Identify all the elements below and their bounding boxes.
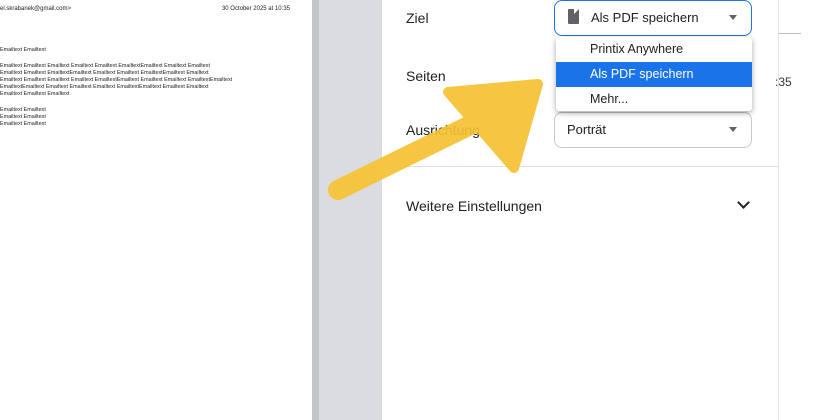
preview-paragraph: Emailtext Emailtext Emailtext Emailtext …	[0, 63, 300, 98]
preview-line: Emailtext Emailtext	[0, 47, 46, 53]
chevron-down-icon	[729, 15, 737, 20]
dropdown-option-save-as-pdf[interactable]: Als PDF speichern	[556, 62, 752, 87]
section-divider	[382, 166, 778, 167]
document-icon	[568, 9, 579, 24]
preview-line: Emailtext Emailtext EmailtextEmailtext E…	[0, 70, 209, 76]
dropdown-option-more[interactable]: Mehr...	[556, 87, 752, 112]
destination-label: Ziel	[406, 10, 429, 26]
dropdown-option-label: Printix Anywhere	[590, 42, 684, 56]
dropdown-option-printix[interactable]: Printix Anywhere	[556, 37, 752, 62]
more-settings-toggle[interactable]: Weitere Einstellungen	[406, 196, 756, 216]
preview-line: Emailtext Emailtext Emailtext Emailtext …	[0, 77, 233, 83]
dropdown-option-label: Als PDF speichern	[590, 67, 694, 81]
orientation-value: Porträt	[567, 122, 607, 137]
background-time-fragment: :35	[775, 75, 792, 89]
chevron-down-icon	[737, 196, 750, 209]
dropdown-option-label: Mehr...	[590, 92, 629, 106]
preview-sender: el.skrabanek@gmail.com>	[0, 6, 71, 12]
preview-line: Emailtext Emailtext Emailtext Emailtext …	[0, 63, 210, 69]
preview-paragraph: Emailtext Emailtext Emailtext Emailtext …	[0, 107, 300, 128]
preview-line: Emailtext Emailtext Emailtext	[0, 91, 70, 97]
preview-body: Emailtext Emailtext Emailtext Emailtext …	[0, 47, 300, 137]
preview-line: Emailtext Emailtext	[0, 121, 46, 127]
preview-line: Emailtext Emailtext	[0, 107, 46, 113]
preview-line: EmailtextEmailtext Emailtext Emailtext E…	[0, 84, 209, 90]
preview-line: Emailtext Emailtext	[0, 114, 46, 120]
preview-page: el.skrabanek@gmail.com> 30 October 2025 …	[0, 0, 312, 420]
preview-paragraph: Emailtext Emailtext	[0, 47, 300, 54]
preview-date: 30 October 2025 at 10:35	[221, 6, 290, 12]
pages-label: Seiten	[406, 68, 446, 84]
background-divider	[779, 33, 801, 34]
destination-value: Als PDF speichern	[591, 10, 699, 25]
print-preview: el.skrabanek@gmail.com> 30 October 2025 …	[0, 0, 312, 420]
preview-scrollbar-edge[interactable]	[312, 0, 319, 420]
more-settings-label: Weitere Einstellungen	[406, 198, 542, 214]
chevron-down-icon	[729, 127, 737, 132]
orientation-select[interactable]: Porträt	[554, 112, 752, 148]
destination-select[interactable]: Als PDF speichern	[554, 0, 752, 36]
destination-dropdown: Printix Anywhere Als PDF speichern Mehr.…	[556, 37, 752, 111]
background-window-strip: :35	[775, 0, 840, 420]
orientation-label: Ausrichtung	[406, 122, 480, 138]
preview-gutter	[312, 0, 382, 420]
